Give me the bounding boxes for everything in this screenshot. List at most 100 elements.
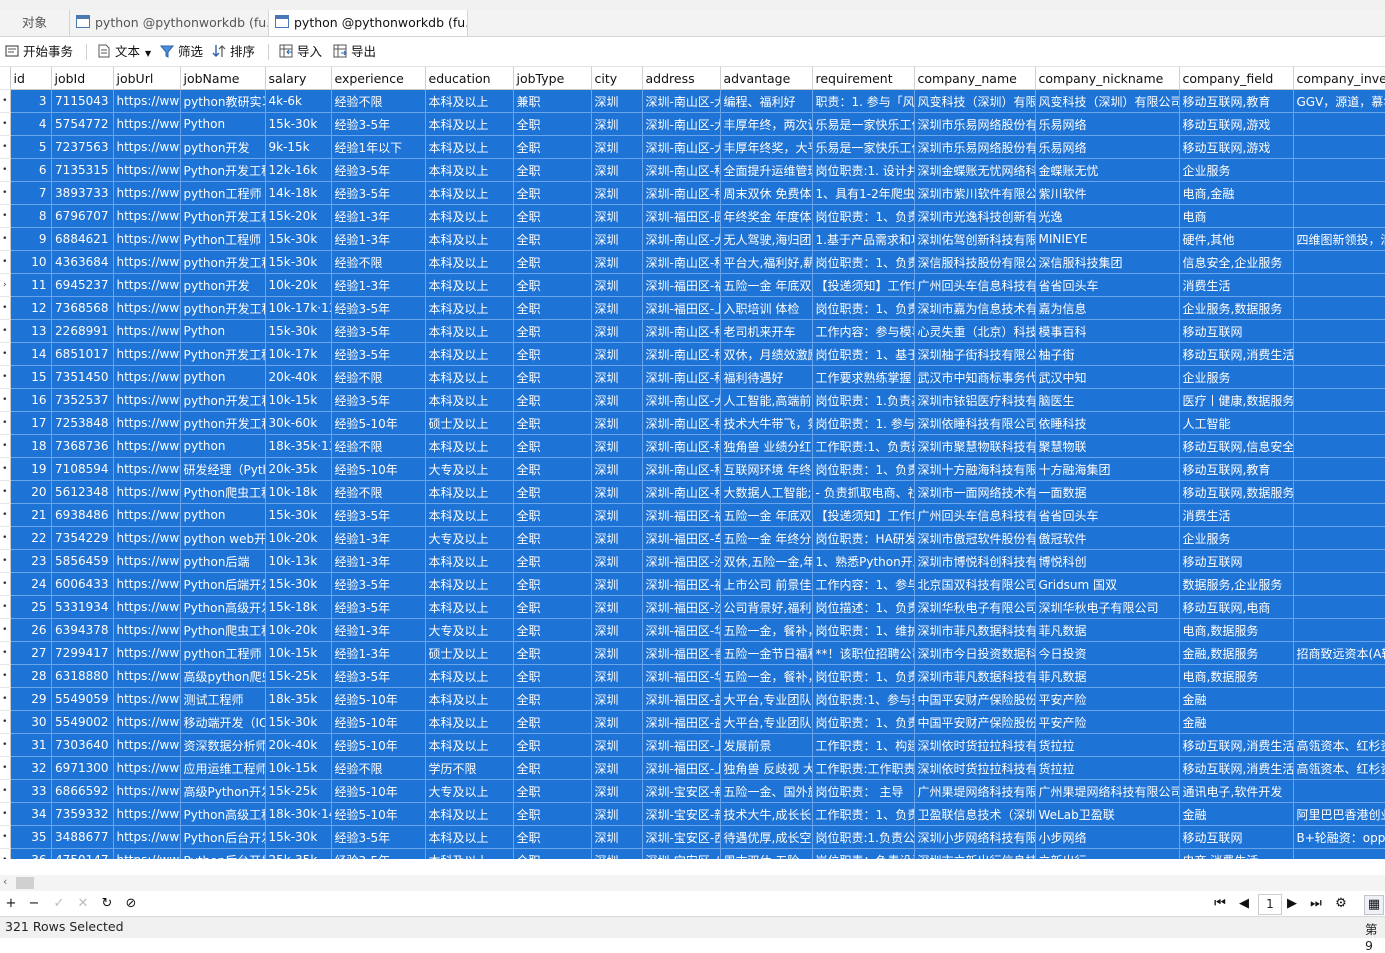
cell-company-nickname[interactable]: 乐易网络 [1035, 135, 1180, 159]
cell-jobname[interactable]: python [180, 503, 266, 527]
cell-company-field[interactable]: 移动互联网,数据服务 [1179, 480, 1294, 504]
cell-address[interactable]: 深圳-福田区-园 [642, 204, 721, 228]
cell-city[interactable]: 深圳 [591, 618, 643, 642]
cell-company-nickname[interactable]: 省省回头车 [1035, 273, 1180, 297]
cell-requirement[interactable]: 岗位职责：1、负责 [812, 710, 915, 734]
table-row[interactable]: •246006433https://wwwPython后端开发15k-30k经验… [0, 572, 1385, 596]
cell-salary[interactable]: 10k-17k [265, 342, 332, 366]
table-row[interactable]: •205612348https://wwwPython爬虫工程10k-18k经验… [0, 480, 1385, 504]
cell-company-invest[interactable]: B+轮融资：opp [1293, 825, 1385, 849]
cell-jobid[interactable]: 5754772 [51, 112, 114, 136]
cell-company-field[interactable]: 数据服务,企业服务 [1179, 572, 1294, 596]
cell-salary[interactable]: 9k-15k [265, 135, 332, 159]
cell-advantage[interactable]: 技术大牛,成长长, [720, 802, 813, 826]
cell-jobid[interactable]: 6884621 [51, 227, 114, 251]
cell-advantage[interactable]: 双休,五险一金,年终 [720, 549, 813, 573]
row-indicator[interactable]: • [0, 434, 11, 458]
row-indicator[interactable]: • [0, 779, 11, 803]
cell-company-field[interactable]: 人工智能 [1179, 411, 1294, 435]
cell-jobid[interactable]: 7368736 [51, 434, 114, 458]
cell-jobtype[interactable]: 全职 [513, 434, 592, 458]
row-indicator[interactable]: • [0, 848, 11, 859]
cell-company-invest[interactable] [1293, 204, 1385, 228]
cell-company-invest[interactable] [1293, 342, 1385, 366]
cell-address[interactable]: 深圳-南山区-科 [642, 480, 721, 504]
cell-advantage[interactable]: 丰厚年终，两次调 [720, 112, 813, 136]
cell-address[interactable]: 深圳-南山区-科 [642, 250, 721, 274]
cell-salary[interactable]: 15k-30k [265, 319, 332, 343]
cell-company-invest[interactable] [1293, 365, 1385, 389]
cell-address[interactable]: 深圳-福田区-香 [642, 641, 721, 665]
cell-company-nickname[interactable]: 傲冠软件 [1035, 526, 1180, 550]
cell-jobtype[interactable]: 全职 [513, 710, 592, 734]
cell-company-name[interactable]: 深圳市菲凡数据科技有限 [914, 664, 1036, 688]
cell-jobtype[interactable]: 全职 [513, 641, 592, 665]
cell-company-nickname[interactable]: 柚子街 [1035, 342, 1180, 366]
cell-joburl[interactable]: https://www [113, 250, 181, 274]
cell-company-invest[interactable] [1293, 549, 1385, 573]
row-indicator[interactable]: • [0, 687, 11, 711]
cell-address[interactable]: 深圳-南山区-大 [642, 135, 721, 159]
table-row[interactable]: •73893733https://wwwpython工程师14k-18k经验3-… [0, 181, 1385, 205]
cell-city[interactable]: 深圳 [591, 434, 643, 458]
cell-jobname[interactable]: python开发工程 [180, 296, 266, 320]
cell-city[interactable]: 深圳 [591, 687, 643, 711]
cell-address[interactable]: 深圳-南山区-大 [642, 227, 721, 251]
cell-city[interactable]: 深圳 [591, 411, 643, 435]
cell-company-nickname[interactable]: 货拉拉 [1035, 756, 1180, 780]
cell-advantage[interactable]: 人工智能,高端前沿 [720, 388, 813, 412]
cell-id[interactable]: 19 [10, 457, 52, 481]
cell-experience[interactable]: 经验3-5年 [331, 848, 426, 859]
cell-experience[interactable]: 经验1-3年 [331, 641, 426, 665]
cell-city[interactable]: 深圳 [591, 664, 643, 688]
table-row[interactable]: •132268991https://wwwPython15k-30k经验3-5年… [0, 319, 1385, 343]
cell-city[interactable]: 深圳 [591, 319, 643, 343]
cell-requirement[interactable]: 工作职责：1、构建 [812, 733, 915, 757]
row-indicator[interactable]: • [0, 572, 11, 596]
cell-id[interactable]: 34 [10, 802, 52, 826]
cell-company-field[interactable]: 通讯电子,软件开发 [1179, 779, 1294, 803]
cell-education[interactable]: 本科及以上 [425, 227, 514, 251]
cell-requirement[interactable]: 工作内容：1、参与 [812, 572, 915, 596]
cell-education[interactable]: 大专及以上 [425, 457, 514, 481]
cell-company-name[interactable]: 深圳市今日投资数据科技 [914, 641, 1036, 665]
cell-requirement[interactable]: 岗位职责:1、参与到 [812, 687, 915, 711]
cell-education[interactable]: 本科及以上 [425, 503, 514, 527]
next-page-icon[interactable]: ▶ [1284, 895, 1300, 913]
cell-company-invest[interactable] [1293, 457, 1385, 481]
cell-company-invest[interactable]: 高瓴资本、红杉资 [1293, 756, 1385, 780]
cell-company-nickname[interactable]: 脑医生 [1035, 388, 1180, 412]
cell-jobtype[interactable]: 全职 [513, 526, 592, 550]
cell-company-nickname[interactable]: 省省回头车 [1035, 503, 1180, 527]
cell-experience[interactable]: 经验5-10年 [331, 457, 426, 481]
cell-company-field[interactable]: 金融,数据服务 [1179, 641, 1294, 665]
page-number-input[interactable]: 1 [1258, 894, 1282, 915]
grid-view-icon[interactable]: ▦ [1364, 895, 1384, 915]
row-indicator[interactable]: • [0, 112, 11, 136]
cell-company-nickname[interactable]: 金蝶账无忧 [1035, 158, 1180, 182]
cell-company-invest[interactable] [1293, 411, 1385, 435]
cell-jobname[interactable]: python后端 [180, 549, 266, 573]
cell-city[interactable]: 深圳 [591, 204, 643, 228]
cell-advantage[interactable]: 技术大牛带飞，氛围 [720, 411, 813, 435]
cell-joburl[interactable]: https://www [113, 572, 181, 596]
cell-company-name[interactable]: 北京国双科技有限公司 [914, 572, 1036, 596]
cell-advantage[interactable]: 平台大,福利好,薪资 [720, 250, 813, 274]
cell-salary[interactable]: 10k-17k·13 [265, 296, 332, 320]
table-row[interactable]: •353488677https://wwwPython后台开发15k-30k经验… [0, 825, 1385, 849]
table-row[interactable]: ›116945237https://wwwpython开发10k-20k经验1-… [0, 273, 1385, 297]
cell-experience[interactable]: 经验3-5年 [331, 503, 426, 527]
cell-company-nickname[interactable]: 武汉中知 [1035, 365, 1180, 389]
cell-jobtype[interactable]: 全职 [513, 848, 592, 859]
cell-id[interactable]: 25 [10, 595, 52, 619]
cell-id[interactable]: 30 [10, 710, 52, 734]
cell-salary[interactable]: 18k-30k·14 [265, 802, 332, 826]
cell-jobid[interactable]: 7237563 [51, 135, 114, 159]
cell-id[interactable]: 31 [10, 733, 52, 757]
cell-city[interactable]: 深圳 [591, 710, 643, 734]
cell-jobid[interactable]: 7303640 [51, 733, 114, 757]
cell-address[interactable]: 深圳-南山区-科 [642, 342, 721, 366]
cell-salary[interactable]: 15k-30k [265, 710, 332, 734]
cell-experience[interactable]: 经验3-5年 [331, 664, 426, 688]
cell-education[interactable]: 本科及以上 [425, 158, 514, 182]
